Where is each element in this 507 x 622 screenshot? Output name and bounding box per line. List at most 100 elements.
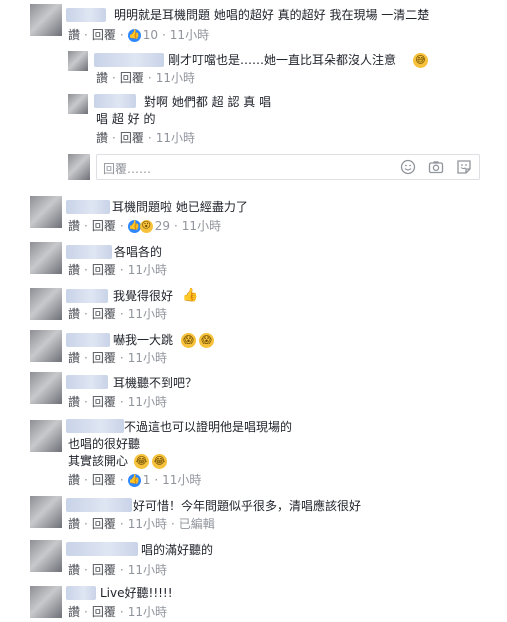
comment-text: 嚇我一大跳: [113, 333, 174, 347]
comment-actions: 讚 · 回覆 · 11小時: [96, 70, 195, 86]
like-link[interactable]: 讚: [68, 516, 80, 532]
comment-text: 剛才叮噹也是……她一直比耳朵都沒人注意: [168, 53, 397, 67]
timestamp[interactable]: 11小時: [128, 394, 167, 410]
reaction-count[interactable]: 👍 1: [127, 472, 150, 488]
avatar[interactable]: [30, 372, 62, 404]
avatar[interactable]: [30, 196, 62, 228]
reply-1: 剛才叮噹也是……她一直比耳朵都沒人注意 😅 讚 · 回覆 · 11小時: [0, 46, 507, 86]
reply-link[interactable]: 回覆: [120, 70, 144, 86]
smile-icon[interactable]: [399, 159, 417, 177]
reply-link[interactable]: 回覆: [92, 516, 116, 532]
comment-text-line-2: 也唱的很好聽: [68, 437, 141, 451]
like-link[interactable]: 讚: [68, 472, 80, 488]
like-link[interactable]: 讚: [68, 394, 80, 410]
comment-text: 好可惜！今年問題似乎很多，清唱應該很好: [133, 499, 362, 513]
reply-link[interactable]: 回覆: [92, 262, 116, 278]
comment-6: 我覺得很好 👍 讚 · 回覆 · 11小時: [0, 282, 507, 326]
timestamp[interactable]: 11小時: [128, 516, 167, 532]
comment-actions: 讚 · 回覆 · 11小時: [68, 306, 167, 322]
avatar[interactable]: [68, 51, 88, 71]
timestamp[interactable]: 11小時: [182, 218, 221, 234]
comment-text-line-2: 唱 超 好 的: [96, 112, 156, 126]
scream-emoji-icon: 😱: [181, 333, 196, 348]
current-user-avatar: [68, 154, 90, 180]
timestamp[interactable]: 11小時: [128, 350, 167, 366]
comment-9: 不過這也可以證明他是唱現場的 也唱的很好聽 其實該開心 😂 😂 讚 · 回覆 ·…: [0, 414, 507, 490]
reply-link[interactable]: 回覆: [92, 472, 116, 488]
reply-link[interactable]: 回覆: [92, 218, 116, 234]
reply-link[interactable]: 回覆: [120, 130, 144, 146]
commenter-name[interactable]: [66, 498, 132, 512]
reply-link[interactable]: 回覆: [92, 562, 116, 578]
comment-text: Live好聽!!!!!: [100, 586, 173, 600]
commenter-name[interactable]: [66, 289, 108, 303]
commenter-name[interactable]: [94, 53, 164, 67]
commenter-name[interactable]: [66, 419, 124, 433]
comment-actions: 讚 · 回覆 · 11小時: [68, 394, 167, 410]
commenter-name[interactable]: [94, 94, 136, 108]
comment-text-line-1: 對啊 她們都 超 認 真 唱: [144, 95, 272, 109]
avatar[interactable]: [30, 496, 62, 528]
reply-placeholder: 回覆……: [103, 162, 152, 176]
sticker-icon[interactable]: [455, 159, 473, 177]
timestamp[interactable]: 11小時: [162, 472, 201, 488]
like-link[interactable]: 讚: [96, 70, 108, 86]
reply-2: 對啊 她們都 超 認 真 唱 唱 超 好 的 讚 · 回覆 · 11小時: [0, 86, 507, 148]
avatar[interactable]: [68, 94, 88, 114]
timestamp[interactable]: 11小時: [128, 306, 167, 322]
reply-link[interactable]: 回覆: [92, 394, 116, 410]
like-link[interactable]: 讚: [68, 262, 80, 278]
avatar[interactable]: [30, 242, 62, 274]
reply-input[interactable]: 回覆……: [96, 154, 480, 180]
comment-actions: 讚 · 回覆 · 👍 😮 29 · 11小時: [68, 218, 222, 234]
avatar[interactable]: [30, 288, 62, 320]
reply-link[interactable]: 回覆: [92, 604, 116, 620]
timestamp[interactable]: 11小時: [128, 604, 167, 620]
comment-text: 明明就是耳機問題 她唱的超好 真的超好 我在現場 一清二楚: [114, 8, 430, 22]
commenter-name[interactable]: [66, 245, 112, 259]
avatar[interactable]: [30, 540, 62, 572]
comment-text: 唱的滿好聽的: [141, 543, 214, 557]
avatar[interactable]: [30, 586, 62, 618]
reply-link[interactable]: 回覆: [92, 306, 116, 322]
camera-icon[interactable]: [427, 159, 445, 177]
like-link[interactable]: 讚: [68, 27, 80, 43]
timestamp[interactable]: 11小時: [128, 562, 167, 578]
timestamp[interactable]: 11小時: [128, 262, 167, 278]
avatar[interactable]: [30, 420, 62, 452]
commenter-name[interactable]: [66, 8, 106, 22]
commenter-name[interactable]: [66, 375, 108, 389]
like-link[interactable]: 讚: [96, 130, 108, 146]
comment-10: 好可惜！今年問題似乎很多，清唱應該很好 讚 · 回覆 · 11小時 · 已編輯: [0, 492, 507, 536]
comment-7: 嚇我一大跳 😱 😱 讚 · 回覆 · 11小時: [0, 326, 507, 370]
comment-actions: 讚 · 回覆 · 11小時: [68, 262, 167, 278]
like-link[interactable]: 讚: [68, 306, 80, 322]
like-link[interactable]: 讚: [68, 218, 80, 234]
comment-1: 明明就是耳機問題 她唱的超好 真的超好 我在現場 一清二楚 讚 · 回覆 · 👍…: [0, 0, 507, 46]
commenter-name[interactable]: [66, 542, 138, 556]
laughing-emoji-icon: 😂: [134, 454, 149, 469]
comment-actions: 讚 · 回覆 · 11小時: [68, 562, 167, 578]
comment-actions: 讚 · 回覆 · 11小時: [68, 350, 167, 366]
like-link[interactable]: 讚: [68, 604, 80, 620]
like-link[interactable]: 讚: [68, 350, 80, 366]
commenter-name[interactable]: [66, 200, 110, 214]
avatar[interactable]: [30, 4, 62, 36]
timestamp[interactable]: 11小時: [156, 130, 195, 146]
reply-link[interactable]: 回覆: [92, 350, 116, 366]
edited-label[interactable]: 已編輯: [179, 516, 215, 532]
avatar[interactable]: [30, 330, 62, 362]
like-link[interactable]: 讚: [68, 562, 80, 578]
reaction-count[interactable]: 👍 😮 29: [127, 218, 170, 234]
sweat-emoji-icon: 😅: [413, 53, 428, 68]
comment-text: 耳機問題啦 她已經盡力了: [112, 200, 248, 214]
reply-link[interactable]: 回覆: [92, 27, 116, 43]
commenter-name[interactable]: [66, 586, 96, 600]
timestamp[interactable]: 11小時: [156, 70, 195, 86]
like-reaction-icon: 👍: [127, 28, 141, 42]
comment-text: 耳機聽不到吧？: [113, 376, 198, 390]
reaction-count[interactable]: 👍 10: [127, 27, 158, 43]
comment-actions: 讚 · 回覆 · 👍 1 · 11小時: [68, 472, 202, 488]
timestamp[interactable]: 11小時: [170, 27, 209, 43]
commenter-name[interactable]: [66, 333, 110, 347]
